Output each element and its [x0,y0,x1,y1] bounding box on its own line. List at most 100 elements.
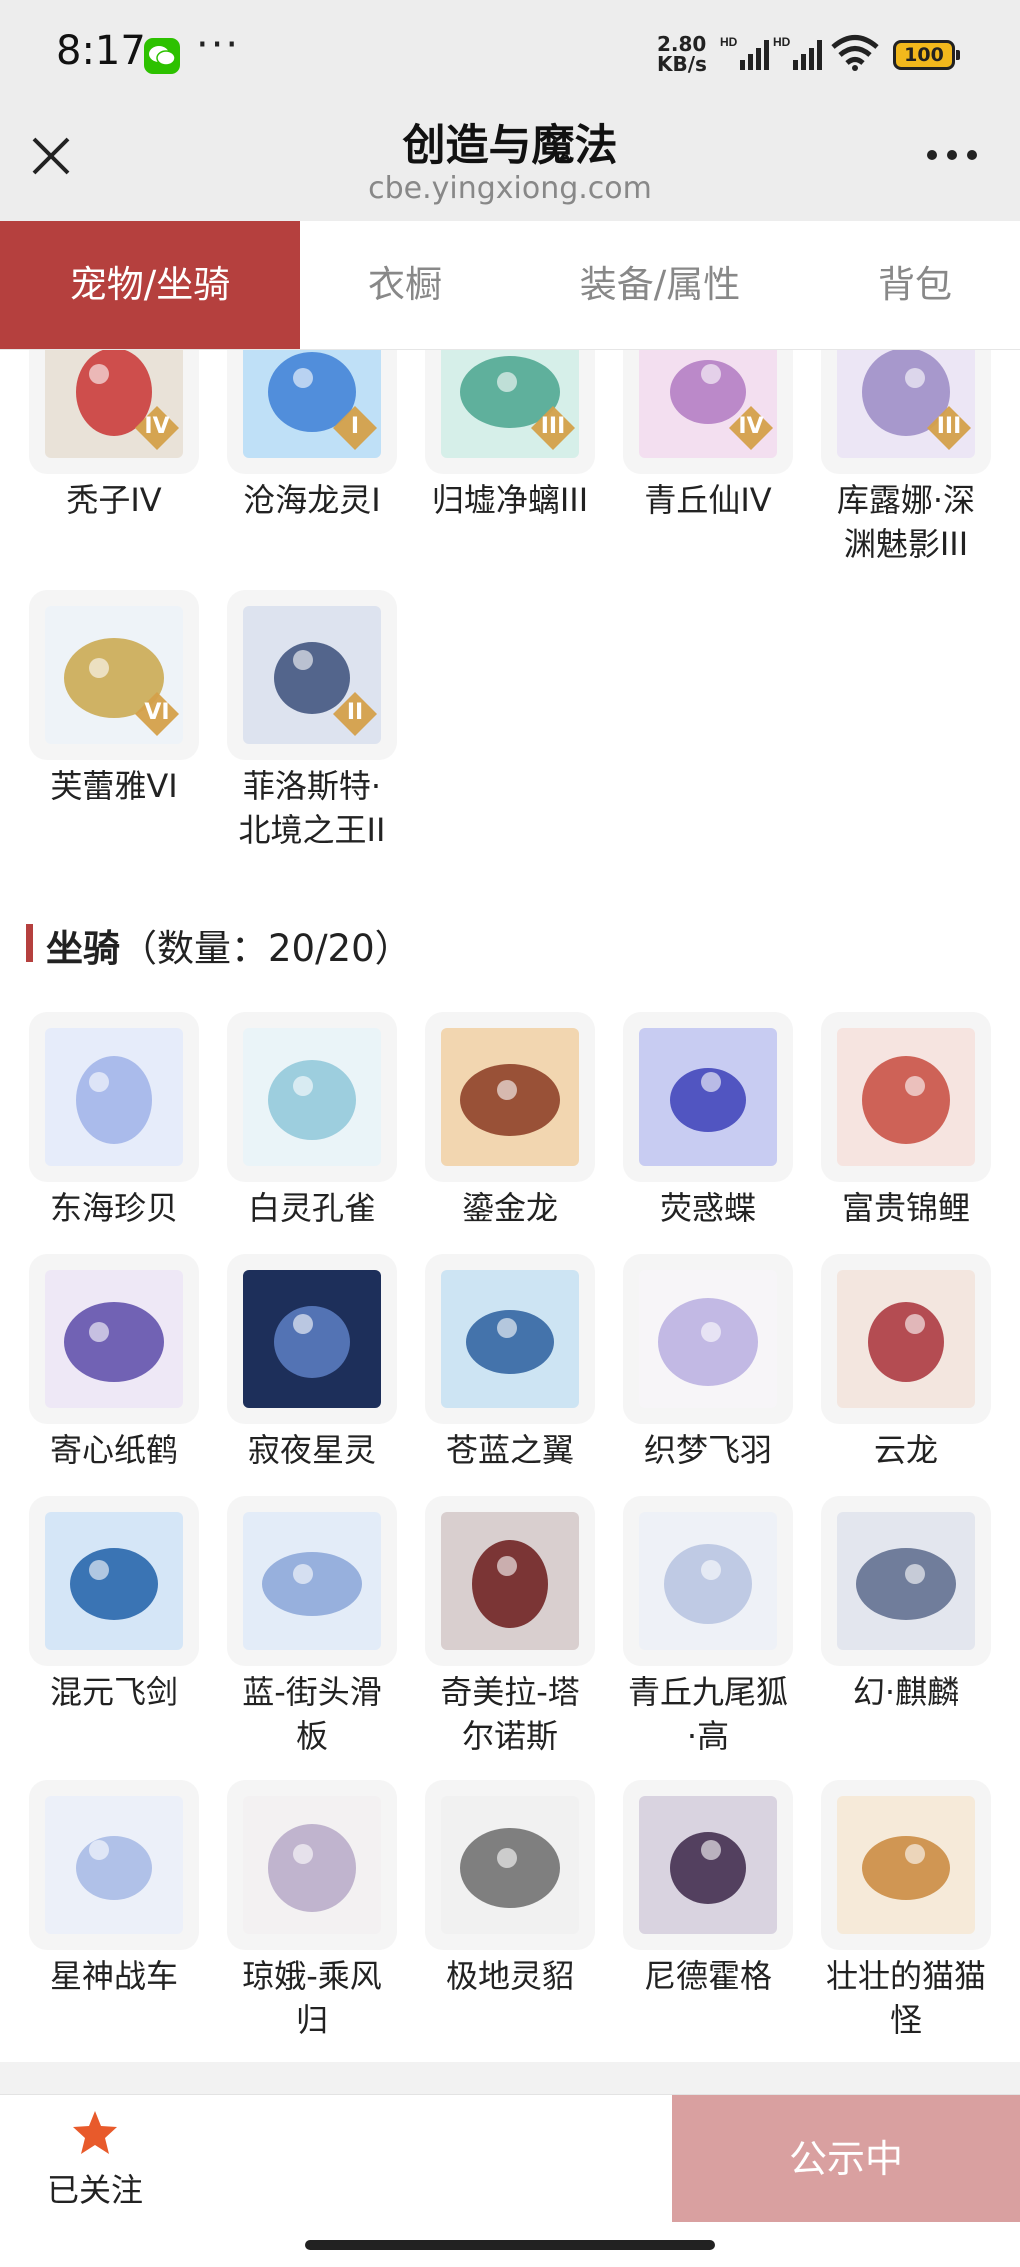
mount-name: 壮壮的猫猫怪 [825,1957,986,2039]
section-accent-bar [26,924,33,962]
mount-thumbnail [623,1780,793,1950]
mount-name: 混元飞剑 [49,1673,178,1711]
more-menu-icon[interactable] [926,143,978,167]
mount-thumbnail [623,1254,793,1424]
rank-badge: II [346,700,364,725]
rank-badge: IV [144,414,170,439]
mount-name: 东海珍贝 [49,1189,178,1227]
mount-item[interactable]: 幻·麒麟 [821,1496,991,1714]
publish-status-button[interactable]: 公示中 [672,2095,1020,2223]
mount-item[interactable]: 寂夜星灵 [227,1254,397,1472]
mount-thumbnail [29,1780,199,1950]
mount-item[interactable]: 寄心纸鹤 [29,1254,199,1472]
mount-thumbnail [425,1780,595,1950]
mount-thumbnail [227,1012,397,1182]
mount-thumbnail [29,1496,199,1666]
network-speed: 2.80 KB/s [657,34,707,74]
mount-item[interactable]: 鎏金龙 [425,1012,595,1230]
mount-item[interactable]: 荧惑蝶 [623,1012,793,1230]
battery-level: 100 [904,44,944,66]
mount-item[interactable]: 白灵孔雀 [227,1012,397,1230]
pet-name: 归墟净螭III [431,481,589,519]
mount-name: 奇美拉-塔尔诺斯 [440,1673,580,1755]
pet-thumbnail: II [227,590,397,760]
mount-name: 富贵锦鲤 [841,1189,970,1227]
section-count: （数量：20/20） [120,927,412,970]
signal-icon-2: HD [773,35,822,70]
mount-item[interactable]: 蓝-街头滑板 [227,1496,397,1758]
mount-thumbnail [227,1780,397,1950]
mount-name: 尼德霍格 [643,1957,772,1995]
divider-strip [0,2062,1020,2094]
network-speed-unit: KB/s [657,52,707,76]
pet-item[interactable]: VI 芙蕾雅VI [29,590,199,808]
mount-name: 鎏金龙 [461,1189,558,1227]
section-title: 坐骑 [46,927,120,970]
mount-item[interactable]: 青丘九尾狐·高 [623,1496,793,1758]
mount-thumbnail [227,1496,397,1666]
tab-equipment-attributes[interactable]: 装备/属性 [540,221,780,349]
network-speed-value: 2.80 [657,32,707,56]
rank-badge: I [350,414,360,439]
title-bar: 创造与魔法 cbe.yingxiong.com [0,105,1020,221]
mount-item[interactable]: 尼德霍格 [623,1780,793,1998]
wechat-icon [144,38,180,74]
mount-item[interactable]: 云龙 [821,1254,991,1472]
mount-name: 白灵孔雀 [247,1189,376,1227]
home-indicator[interactable] [305,2240,715,2250]
tab-pets-mounts[interactable]: 宠物/坐骑 [0,221,300,349]
mount-thumbnail [425,1254,595,1424]
mount-name: 寄心纸鹤 [49,1431,178,1469]
mount-thumbnail [821,1254,991,1424]
pet-thumbnail: VI [29,590,199,760]
wifi-icon [831,35,879,71]
signal-icon: HD [720,35,769,70]
mount-item[interactable]: 混元飞剑 [29,1496,199,1714]
mount-item[interactable]: 奇美拉-塔尔诺斯 [425,1496,595,1758]
status-more-icon: ··· [196,22,241,68]
pet-name: 菲洛斯特·北境之王II [238,767,386,849]
mount-item[interactable]: 星神战车 [29,1780,199,1998]
signal-hd-label: HD [720,35,738,49]
tab-backpack[interactable]: 背包 [800,221,1020,349]
rank-badge: IV [738,414,764,439]
mount-thumbnail [425,1496,595,1666]
mount-name: 青丘九尾狐·高 [627,1673,788,1755]
mount-name: 幻·麒麟 [852,1673,960,1711]
mount-item[interactable]: 东海珍贝 [29,1012,199,1230]
mount-item[interactable]: 极地灵貂 [425,1780,595,1998]
page-title: 创造与魔法 [402,121,618,171]
bottom-bar: 已关注 公示中 [0,2094,1020,2223]
mount-name: 蓝-街头滑板 [242,1673,382,1755]
mount-thumbnail [29,1012,199,1182]
battery-icon: 100 [893,40,960,70]
mount-thumbnail [821,1780,991,1950]
pet-item[interactable]: II 菲洛斯特·北境之王II [227,590,397,852]
mount-name: 云龙 [873,1431,938,1469]
mount-item[interactable]: 琼娥-乘风归 [227,1780,397,2042]
pet-name: 秃子IV [66,481,162,519]
pet-name: 库露娜·深渊魅影III [836,481,976,563]
mount-name: 极地灵貂 [445,1957,574,1995]
rank-badge: VI [144,700,170,725]
status-bar: 8:17 ··· 2.80 KB/s HD HD 100 [0,0,1020,105]
mount-item[interactable]: 织梦飞羽 [623,1254,793,1472]
mount-item[interactable]: 富贵锦鲤 [821,1012,991,1230]
mount-thumbnail [29,1254,199,1424]
mount-thumbnail [227,1254,397,1424]
mount-item[interactable]: 苍蓝之翼 [425,1254,595,1472]
mount-thumbnail [821,1012,991,1182]
mount-name: 织梦飞羽 [643,1431,772,1469]
pet-name: 芙蕾雅VI [50,767,178,805]
pet-name: 沧海龙灵I [243,481,381,519]
mount-item[interactable]: 壮壮的猫猫怪 [821,1780,991,2042]
mount-thumbnail [623,1012,793,1182]
tab-wardrobe[interactable]: 衣橱 [300,221,510,349]
mount-name: 寂夜星灵 [247,1431,376,1469]
follow-button[interactable]: 已关注 [30,2109,160,2211]
page-url: cbe.yingxiong.com [368,171,652,206]
rank-badge: III [540,414,566,439]
star-icon [73,2111,117,2154]
follow-label: 已关注 [46,2171,143,2209]
mount-name: 苍蓝之翼 [445,1431,574,1469]
